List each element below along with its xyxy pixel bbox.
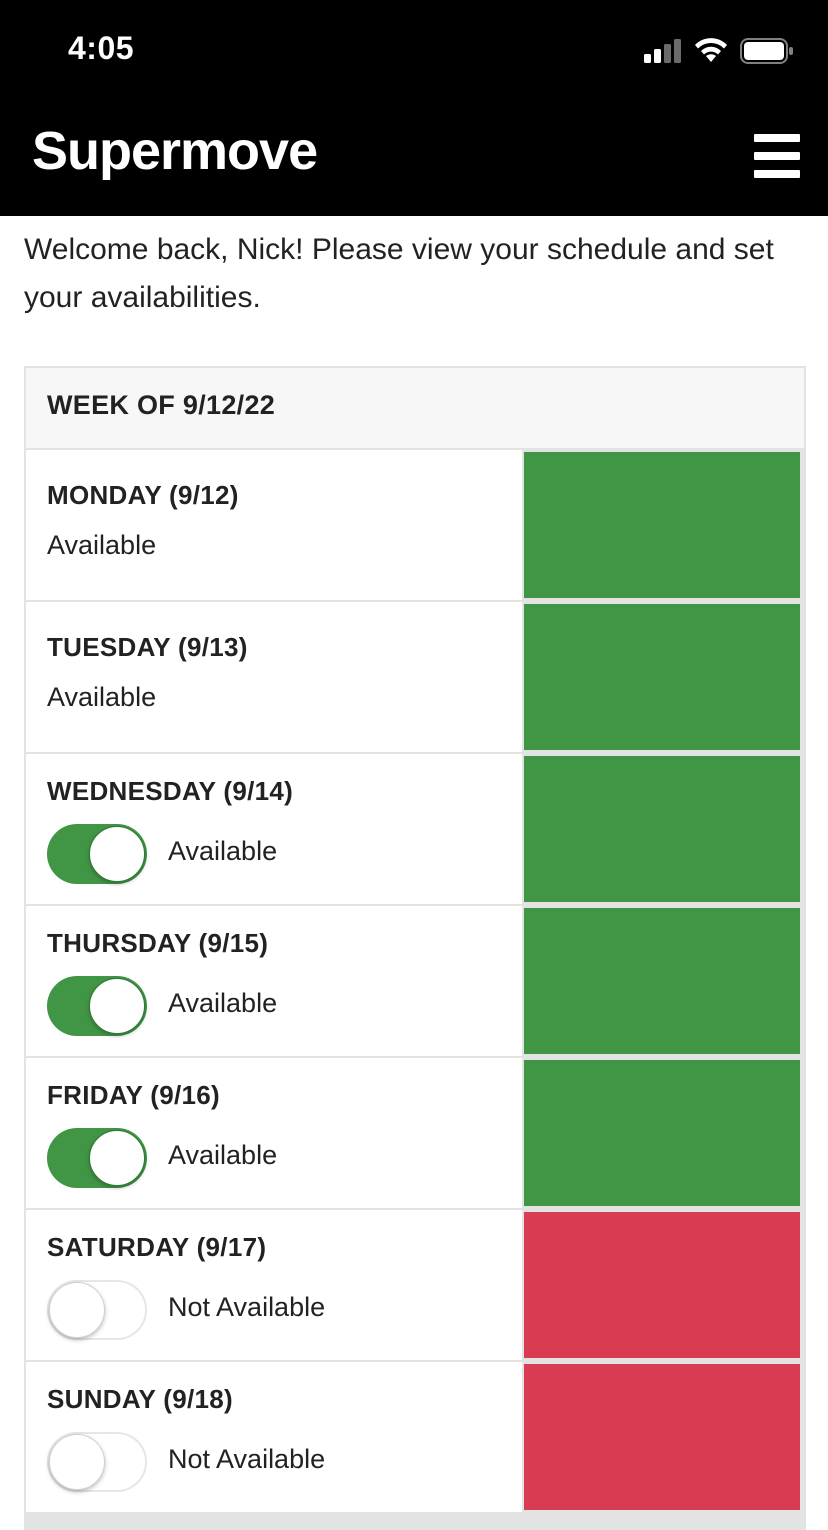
day-info: SUNDAY (9/18) Not Available bbox=[26, 1362, 522, 1512]
day-label: SUNDAY (9/18) bbox=[47, 1384, 233, 1414]
menu-bar-middle bbox=[754, 152, 800, 160]
availability-status: Available bbox=[168, 988, 278, 1018]
day-label: SATURDAY (9/17) bbox=[47, 1232, 267, 1262]
status-bar: 4:05 bbox=[0, 0, 828, 100]
day-row: WEDNESDAY (9/14) Available bbox=[26, 754, 804, 904]
toggle-knob bbox=[49, 1282, 105, 1338]
wifi-icon bbox=[695, 38, 727, 62]
hamburger-menu-icon[interactable] bbox=[754, 134, 800, 178]
status-time: 4:05 bbox=[68, 30, 135, 66]
available-indicator bbox=[524, 756, 800, 902]
welcome-message: Welcome back, Nick! Please view your sch… bbox=[24, 233, 774, 314]
menu-bar-top bbox=[754, 134, 800, 142]
not-available-indicator bbox=[524, 1212, 800, 1358]
day-info: MONDAY (9/12) Available bbox=[26, 450, 522, 600]
day-label: FRIDAY (9/16) bbox=[47, 1080, 220, 1110]
availability-toggle[interactable] bbox=[47, 824, 147, 884]
available-indicator bbox=[524, 604, 800, 750]
day-info: SATURDAY (9/17) Not Available bbox=[26, 1210, 522, 1360]
schedule-card: WEEK OF 9/12/22 MONDAY (9/12) Available TU… bbox=[24, 366, 806, 1530]
toggle-knob bbox=[49, 1434, 105, 1490]
availability-status: Available bbox=[47, 682, 157, 712]
day-row: SATURDAY (9/17) Not Available bbox=[26, 1210, 804, 1360]
day-row: SUNDAY (9/18) Not Available bbox=[26, 1362, 804, 1512]
day-label: TUESDAY (9/13) bbox=[47, 632, 248, 662]
available-indicator bbox=[524, 1060, 800, 1206]
day-row: FRIDAY (9/16) Available bbox=[26, 1058, 804, 1208]
app-title: Supermove bbox=[32, 121, 318, 181]
cellular-signal-icon bbox=[644, 39, 681, 63]
toggle-knob bbox=[89, 1130, 145, 1186]
toggle-knob bbox=[89, 978, 145, 1034]
availability-status: Available bbox=[168, 1140, 278, 1170]
day-info: TUESDAY (9/13) Available bbox=[26, 602, 522, 752]
app-header: Supermove bbox=[0, 100, 828, 216]
availability-toggle[interactable] bbox=[47, 1280, 147, 1340]
availability-status: Not Available bbox=[168, 1444, 326, 1474]
availability-toggle[interactable] bbox=[47, 1432, 147, 1492]
toggle-knob bbox=[89, 826, 145, 882]
day-row: MONDAY (9/12) Available bbox=[26, 450, 804, 600]
day-label: MONDAY (9/12) bbox=[47, 480, 239, 510]
availability-status: Available bbox=[168, 836, 278, 866]
day-label: THURSDAY (9/15) bbox=[47, 928, 269, 958]
day-info: FRIDAY (9/16) Available bbox=[26, 1058, 522, 1208]
week-title: WEEK OF 9/12/22 bbox=[47, 390, 276, 420]
battery-icon bbox=[740, 38, 793, 64]
day-row: THURSDAY (9/15) Available bbox=[26, 906, 804, 1056]
availability-toggle[interactable] bbox=[47, 1128, 147, 1188]
menu-bar-bottom bbox=[754, 170, 800, 178]
day-info: WEDNESDAY (9/14) Available bbox=[26, 754, 522, 904]
not-available-indicator bbox=[524, 1364, 800, 1510]
week-header: WEEK OF 9/12/22 bbox=[26, 368, 804, 450]
status-icons bbox=[644, 36, 794, 66]
availability-status: Not Available bbox=[168, 1292, 326, 1322]
day-info: THURSDAY (9/15) Available bbox=[26, 906, 522, 1056]
available-indicator bbox=[524, 908, 800, 1054]
availability-toggle[interactable] bbox=[47, 976, 147, 1036]
day-label: WEDNESDAY (9/14) bbox=[47, 776, 294, 806]
availability-status: Available bbox=[47, 530, 157, 560]
day-row: TUESDAY (9/13) Available bbox=[26, 602, 804, 752]
available-indicator bbox=[524, 452, 800, 598]
